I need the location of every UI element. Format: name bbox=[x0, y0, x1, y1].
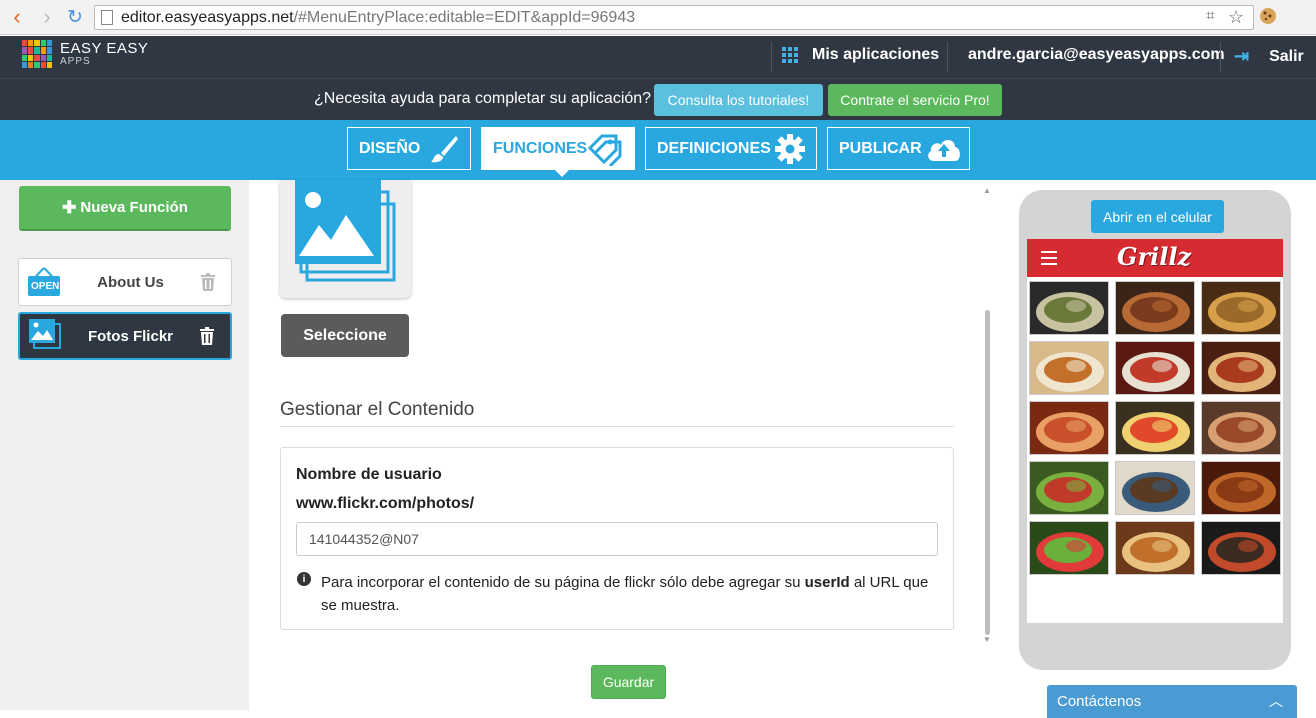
function-item-about-us[interactable]: OPEN About Us bbox=[18, 258, 232, 306]
tutorials-button[interactable]: Consulta los tutoriales! bbox=[654, 84, 823, 116]
gallery-photo[interactable] bbox=[1201, 461, 1281, 515]
gallery-photo[interactable] bbox=[1029, 341, 1109, 395]
save-button[interactable]: Guardar bbox=[591, 665, 666, 699]
new-function-label: Nueva Función bbox=[80, 199, 188, 216]
gallery-photo[interactable] bbox=[1115, 521, 1195, 575]
app-title: Grillz bbox=[1117, 242, 1192, 271]
scroll-down-icon[interactable]: ▼ bbox=[983, 635, 991, 644]
url-prefix-label: www.flickr.com/photos/ bbox=[296, 495, 475, 512]
function-editor: Seleccione Gestionar el Contenido Nombre… bbox=[250, 180, 995, 710]
my-apps-label: Mis aplicaciones bbox=[812, 46, 940, 63]
logo-icon bbox=[22, 40, 52, 68]
scroll-up-icon[interactable]: ▲ bbox=[983, 186, 991, 195]
reload-icon[interactable]: ↻ bbox=[64, 6, 86, 28]
tag-icon bbox=[586, 132, 624, 171]
divider bbox=[947, 42, 948, 72]
tab-publicar[interactable]: PUBLICAR bbox=[827, 127, 970, 170]
photo-gallery bbox=[1029, 281, 1281, 575]
functions-sidebar: ✚ Nueva Función OPEN About Us Fotos Flic… bbox=[0, 180, 249, 710]
contact-label: Contáctenos bbox=[1057, 693, 1142, 710]
chevron-up-icon: ︿ bbox=[1269, 693, 1283, 709]
info-icon: i bbox=[297, 572, 311, 586]
gear-icon bbox=[774, 133, 806, 170]
open-badge-text: OPEN bbox=[31, 281, 60, 292]
select-image-button[interactable]: Seleccione bbox=[281, 314, 409, 357]
tab-funciones[interactable]: FUNCIONES bbox=[481, 127, 635, 177]
gallery-photo[interactable] bbox=[1115, 341, 1195, 395]
divider bbox=[1220, 42, 1221, 72]
tab-diseno[interactable]: DISEÑO bbox=[347, 127, 471, 170]
menu-icon[interactable] bbox=[1041, 251, 1057, 265]
pro-service-button[interactable]: Contrate el servicio Pro! bbox=[828, 84, 1002, 116]
url-path: /#MenuEntryPlace:editable=EDIT&appId=969… bbox=[293, 8, 636, 26]
photos-icon bbox=[28, 318, 62, 354]
logout-label: Salir bbox=[1269, 47, 1304, 65]
new-function-button[interactable]: ✚ Nueva Función bbox=[19, 186, 231, 231]
logo[interactable]: EASY EASY APPS bbox=[22, 40, 148, 68]
contact-bar[interactable]: Contáctenos ︿ bbox=[1047, 685, 1297, 718]
brush-icon bbox=[428, 132, 460, 171]
function-label: About Us bbox=[97, 273, 164, 291]
help-text-part1: Para incorporar el contenido de su págin… bbox=[321, 574, 805, 591]
gallery-photo[interactable] bbox=[1201, 401, 1281, 455]
app-header: EASY EASY APPS Mis aplicaciones andre.ga… bbox=[0, 36, 1316, 78]
tab-definiciones[interactable]: DEFINICIONES bbox=[645, 127, 817, 170]
logout-icon: ⇥ bbox=[1234, 46, 1250, 66]
apps-grid-icon bbox=[782, 47, 798, 63]
gallery-photo[interactable] bbox=[1029, 461, 1109, 515]
gallery-photo[interactable] bbox=[1201, 521, 1281, 575]
gallery-photo[interactable] bbox=[1201, 281, 1281, 335]
forward-icon[interactable]: › bbox=[36, 4, 58, 29]
gallery-photo[interactable] bbox=[1115, 281, 1195, 335]
content-panel: Nombre de usuario www.flickr.com/photos/… bbox=[280, 447, 954, 630]
star-icon[interactable]: ☆ bbox=[1228, 7, 1244, 28]
tab-label: DEFINICIONES bbox=[657, 139, 771, 157]
scrollbar-thumb[interactable] bbox=[985, 310, 990, 635]
gallery-photo[interactable] bbox=[1029, 281, 1109, 335]
address-bar[interactable]: editor.easyeasyapps.net/#MenuEntryPlace:… bbox=[94, 5, 1254, 30]
tab-label: DISEÑO bbox=[359, 139, 421, 157]
phone-preview: Abrir en el celular Grillz bbox=[1019, 190, 1291, 670]
back-icon[interactable]: ‹ bbox=[6, 4, 28, 29]
tab-label: PUBLICAR bbox=[839, 139, 922, 157]
function-image-card bbox=[280, 180, 411, 298]
function-label: Fotos Flickr bbox=[87, 327, 173, 345]
flickr-username-input[interactable] bbox=[296, 522, 938, 556]
divider bbox=[771, 42, 772, 72]
divider bbox=[280, 426, 954, 427]
gallery-photo[interactable] bbox=[1201, 341, 1281, 395]
photos-icon bbox=[294, 180, 397, 287]
open-sign-icon: OPEN bbox=[27, 267, 61, 297]
logo-title: EASY EASY bbox=[60, 40, 149, 57]
logout-link[interactable]: ⇥ Salir bbox=[1234, 46, 1304, 67]
user-email[interactable]: andre.garcia@easyeasyapps.com bbox=[968, 46, 1225, 64]
function-item-fotos-flickr[interactable]: Fotos Flickr bbox=[18, 312, 232, 360]
username-label: Nombre de usuario bbox=[296, 466, 442, 483]
gallery-photo[interactable] bbox=[1029, 401, 1109, 455]
gallery-photo[interactable] bbox=[1029, 521, 1109, 575]
open-in-phone-button[interactable]: Abrir en el celular bbox=[1091, 200, 1224, 233]
page-icon bbox=[101, 10, 113, 25]
plus-icon: ✚ bbox=[62, 197, 77, 217]
section-title: Gestionar el Contenido bbox=[280, 399, 475, 420]
help-question: ¿Necesita ayuda para completar su aplica… bbox=[314, 90, 652, 107]
help-text: Para incorporar el contenido de su págin… bbox=[321, 571, 941, 617]
help-text-userid: userId bbox=[804, 574, 850, 591]
my-apps-link[interactable]: Mis aplicaciones bbox=[782, 46, 939, 64]
url-host: editor.easyeasyapps.net bbox=[121, 8, 294, 26]
translate-icon[interactable]: ⌗ bbox=[1206, 7, 1214, 24]
trash-icon[interactable] bbox=[199, 327, 215, 345]
gallery-photo[interactable] bbox=[1115, 401, 1195, 455]
help-bar: ¿Necesita ayuda para completar su aplica… bbox=[0, 78, 1316, 120]
logo-subtitle: APPS bbox=[60, 56, 91, 67]
trash-icon[interactable] bbox=[200, 273, 216, 291]
browser-toolbar: ‹ › ↻ editor.easyeasyapps.net/#MenuEntry… bbox=[0, 0, 1316, 35]
main-tabs: DISEÑO FUNCIONES DEFINICIONES PUBLICAR bbox=[0, 120, 1316, 180]
tab-label: FUNCIONES bbox=[493, 139, 588, 157]
cookie-icon[interactable] bbox=[1259, 7, 1277, 30]
cloud-upload-icon bbox=[925, 134, 963, 169]
app-bar: Grillz bbox=[1027, 239, 1283, 277]
phone-screen: Grillz bbox=[1027, 239, 1283, 623]
gallery-photo[interactable] bbox=[1115, 461, 1195, 515]
